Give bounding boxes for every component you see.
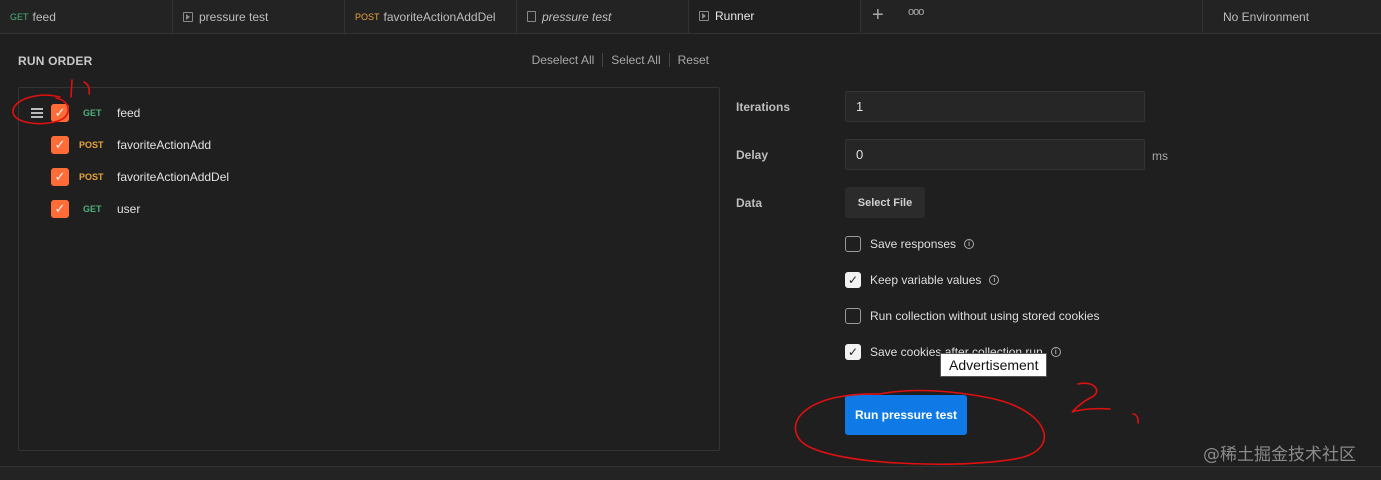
delay-input[interactable] bbox=[845, 139, 1145, 170]
request-row[interactable]: ✓ POST favoriteActionAddDel bbox=[19, 165, 719, 189]
deselect-all-button[interactable]: Deselect All bbox=[524, 53, 603, 67]
tab-favorite-action-add-del[interactable]: POST favoriteActionAddDel bbox=[345, 0, 517, 33]
watermark: @稀土掘金技术社区 bbox=[1203, 445, 1356, 465]
request-method: POST bbox=[79, 172, 104, 182]
request-checkbox[interactable]: ✓ bbox=[51, 136, 69, 154]
request-row[interactable]: ✓ GET user bbox=[19, 197, 719, 221]
annotation-number-two bbox=[1071, 382, 1111, 413]
iterations-label: Iterations bbox=[736, 100, 791, 114]
tab-bar: GET feed pressure test POST favoriteActi… bbox=[0, 0, 1381, 34]
data-label: Data bbox=[736, 196, 763, 210]
option-no-stored-cookies[interactable]: Run collection without using stored cook… bbox=[845, 308, 1099, 324]
iterations-input[interactable] bbox=[845, 91, 1145, 122]
info-icon[interactable]: i bbox=[989, 275, 1000, 285]
run-order-actions: Deselect All Select All Reset bbox=[524, 53, 717, 67]
option-label: Run collection without using stored cook… bbox=[870, 309, 1100, 323]
option-label: Save responses bbox=[870, 237, 957, 251]
request-checkbox[interactable]: ✓ bbox=[51, 200, 69, 218]
tab-method: POST bbox=[355, 11, 380, 22]
drag-handle-icon[interactable] bbox=[31, 106, 43, 120]
option-label: Keep variable values bbox=[870, 273, 982, 287]
annotation-tick-mark bbox=[1132, 413, 1139, 424]
request-name: favoriteActionAdd bbox=[117, 138, 212, 152]
run-order-list: ✓ GET feed ✓ POST favoriteActionAdd ✓ PO… bbox=[18, 87, 720, 451]
run-order-title: RUN ORDER bbox=[18, 54, 93, 68]
environment-label: No Environment bbox=[1223, 9, 1310, 24]
select-all-button[interactable]: Select All bbox=[603, 53, 668, 67]
option-keep-variable-values[interactable]: ✓ Keep variable values i bbox=[845, 272, 1000, 288]
more-tabs-icon[interactable]: ooo bbox=[908, 6, 924, 18]
info-icon[interactable]: i bbox=[964, 239, 975, 249]
new-tab-plus-icon[interactable]: + bbox=[872, 4, 884, 27]
info-icon[interactable]: i bbox=[1050, 347, 1061, 357]
tab-pressure-test[interactable]: pressure test bbox=[173, 0, 345, 33]
delay-label: Delay bbox=[736, 148, 769, 162]
keep-variable-values-checkbox[interactable]: ✓ bbox=[845, 272, 861, 288]
run-pressure-test-button[interactable]: Run pressure test bbox=[845, 395, 967, 435]
request-name: favoriteActionAddDel bbox=[117, 170, 230, 184]
request-method: GET bbox=[83, 108, 102, 118]
no-stored-cookies-checkbox[interactable] bbox=[845, 308, 861, 324]
request-method: GET bbox=[83, 204, 102, 214]
save-responses-checkbox[interactable] bbox=[845, 236, 861, 252]
tab-method: GET bbox=[10, 11, 29, 22]
select-file-button[interactable]: Select File bbox=[845, 187, 925, 218]
play-icon bbox=[183, 11, 193, 22]
tab-pressure-test-folder[interactable]: pressure test bbox=[517, 0, 689, 33]
request-name: user bbox=[117, 202, 141, 216]
tab-label: favoriteActionAddDel bbox=[383, 9, 496, 24]
request-checkbox[interactable]: ✓ bbox=[51, 104, 69, 122]
request-method: POST bbox=[79, 140, 104, 150]
tab-label: feed bbox=[32, 9, 56, 24]
option-save-responses[interactable]: Save responses i bbox=[845, 236, 975, 252]
delay-unit: ms bbox=[1152, 149, 1168, 163]
reset-button[interactable]: Reset bbox=[670, 53, 717, 67]
request-checkbox[interactable]: ✓ bbox=[51, 168, 69, 186]
document-icon bbox=[527, 11, 536, 22]
request-name: feed bbox=[117, 106, 141, 120]
tab-label: Runner bbox=[715, 9, 755, 23]
request-row[interactable]: ✓ POST favoriteActionAdd bbox=[19, 133, 719, 157]
environment-selector[interactable]: No Environment bbox=[1202, 0, 1381, 33]
tab-runner[interactable]: Runner bbox=[689, 0, 861, 33]
tab-label: pressure test bbox=[542, 9, 612, 24]
tab-feed[interactable]: GET feed bbox=[0, 0, 173, 33]
advertisement-tooltip: Advertisement bbox=[940, 353, 1048, 377]
request-row[interactable]: ✓ GET feed bbox=[19, 101, 719, 125]
play-icon bbox=[699, 11, 709, 21]
save-cookies-checkbox[interactable]: ✓ bbox=[845, 344, 861, 360]
tab-label: pressure test bbox=[199, 9, 269, 24]
status-bar bbox=[0, 466, 1381, 480]
